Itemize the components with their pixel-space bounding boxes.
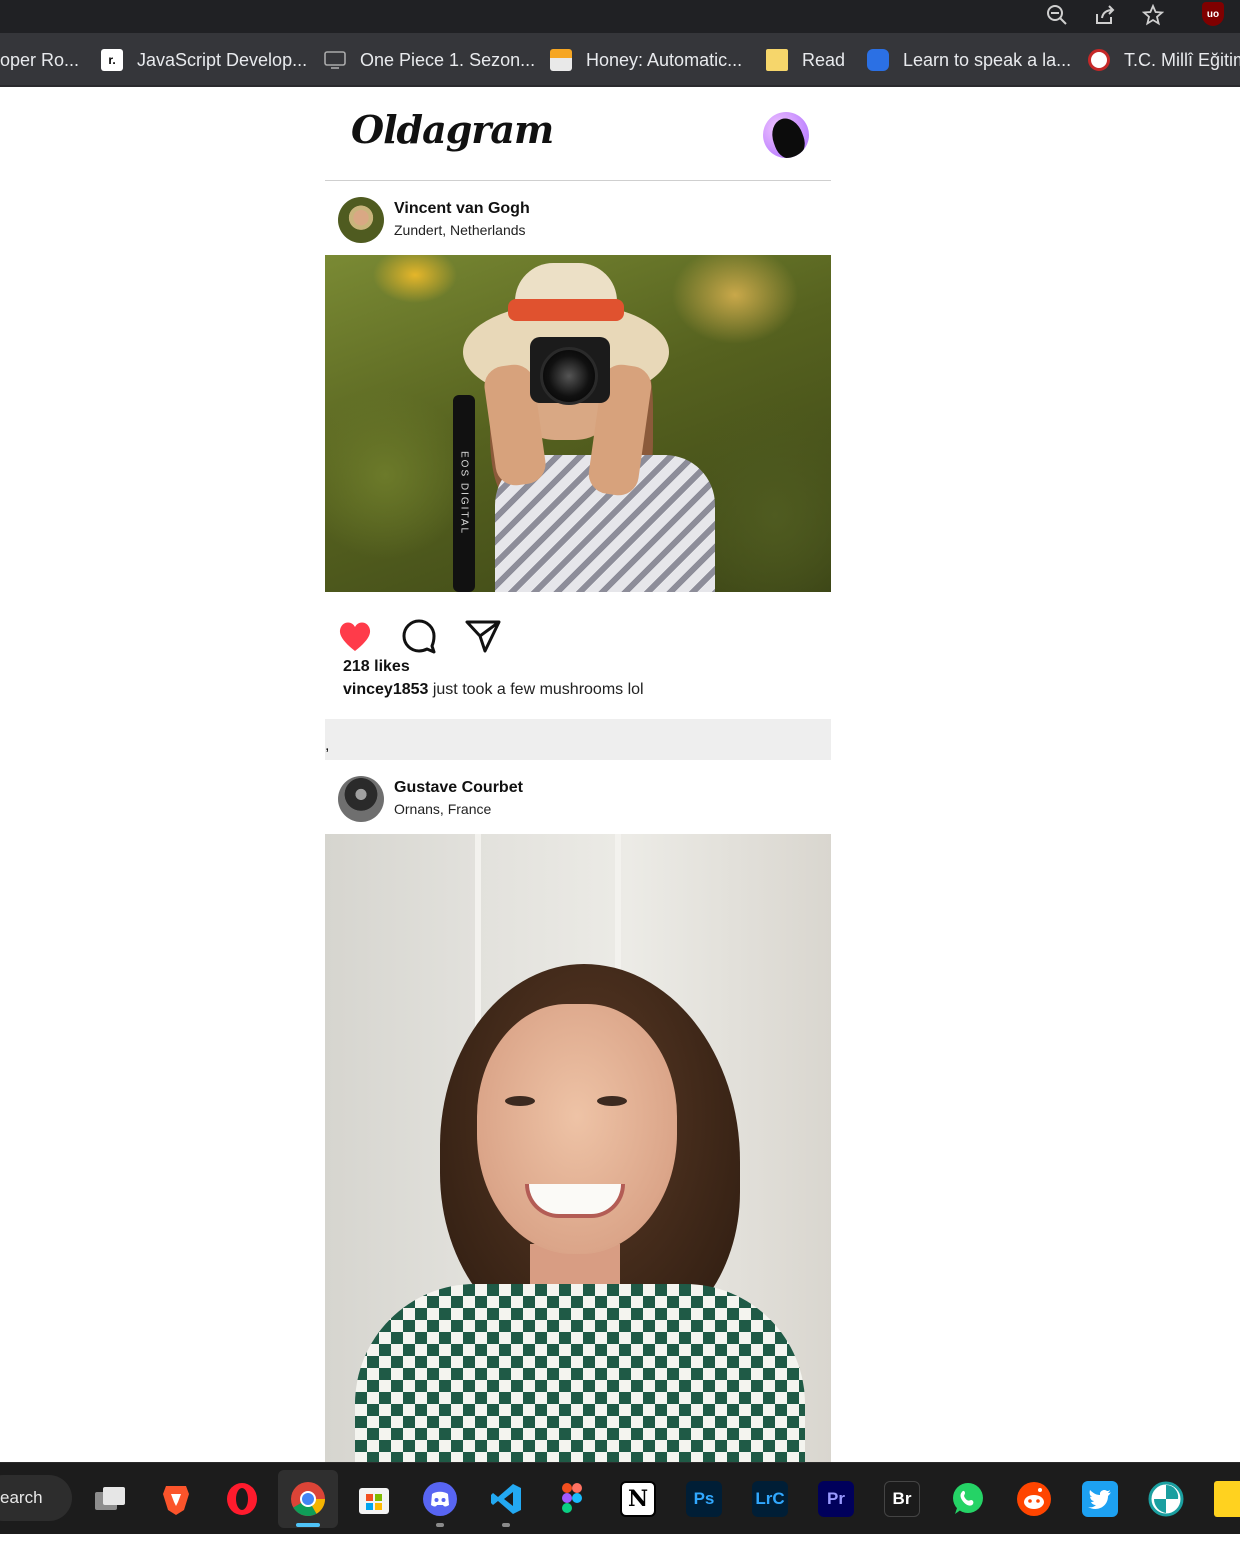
author-location: Ornans, France — [394, 801, 492, 817]
feed: Oldagram Vincent van Gogh Zundert, Nethe… — [325, 89, 831, 1464]
app-header: Oldagram — [325, 89, 831, 181]
teal-app-icon[interactable] — [1148, 1481, 1184, 1517]
comment-icon[interactable] — [401, 618, 437, 654]
post-actions: 218 likes vincey1853 just took a few mus… — [325, 592, 831, 719]
bookmark-label: JavaScript Develop... — [137, 49, 308, 70]
bookmark-star-icon[interactable] — [1140, 2, 1166, 28]
vscode-icon[interactable] — [488, 1481, 524, 1517]
photo-camera-strap: EOS DIGITAL — [453, 395, 475, 592]
bookmarks-bar: oper Ro... r. JavaScript Develop... One … — [0, 33, 1240, 87]
bookmark-javascript-developer[interactable]: r. JavaScript Develop... — [101, 33, 307, 87]
bridge-icon[interactable]: Br — [884, 1481, 920, 1517]
post-header: Vincent van Gogh Zundert, Netherlands — [325, 181, 831, 255]
opera-icon[interactable] — [224, 1481, 260, 1517]
lightroom-classic-icon[interactable]: LrC — [752, 1481, 788, 1517]
chrome-icon[interactable] — [290, 1481, 326, 1517]
task-view-icon[interactable] — [92, 1481, 128, 1517]
share-icon[interactable] — [1092, 2, 1118, 28]
ublock-origin-icon[interactable]: uo — [1202, 2, 1224, 26]
post-image[interactable]: EOS DIGITAL — [325, 255, 831, 592]
honey-icon — [550, 49, 572, 71]
bookmark-read[interactable]: Read — [766, 33, 845, 87]
bookmark-label: Read — [802, 49, 846, 70]
caption-text: just took a few mushrooms lol — [428, 681, 644, 698]
browser-toolbar: uo — [0, 0, 1240, 33]
post-caption: vincey1853 just took a few mushrooms lol — [343, 681, 644, 699]
bookmark-label: One Piece 1. Sezon... — [360, 49, 536, 70]
like-count: 218 likes — [343, 658, 410, 675]
photoshop-icon[interactable]: Ps — [686, 1481, 722, 1517]
taskbar-search[interactable]: earch — [0, 1475, 72, 1521]
meb-icon — [1088, 49, 1110, 71]
author-name[interactable]: Vincent van Gogh — [394, 200, 530, 218]
premiere-pro-icon[interactable]: Pr — [818, 1481, 854, 1517]
caption-username[interactable]: vincey1853 — [343, 681, 428, 698]
bookmark-label: oper Ro... — [0, 49, 80, 70]
bookmark-honey[interactable]: Honey: Automatic... — [550, 33, 742, 87]
r-logo-icon: r. — [101, 49, 123, 71]
post-image[interactable] — [325, 834, 831, 1464]
notion-icon[interactable]: N — [620, 1481, 656, 1517]
monitor-icon — [324, 49, 346, 71]
photo-lens — [540, 347, 598, 405]
bookmark-duolingo[interactable]: Learn to speak a la... — [867, 33, 1071, 87]
share-send-icon[interactable] — [465, 618, 501, 654]
app-logo[interactable]: Oldagram — [351, 107, 554, 152]
photo-eye — [597, 1096, 627, 1106]
twitter-icon[interactable] — [1082, 1481, 1118, 1517]
zoom-out-icon[interactable] — [1044, 2, 1070, 28]
avatar-silhouette — [767, 114, 809, 158]
author-avatar[interactable] — [338, 197, 384, 243]
bookmark-one-piece[interactable]: One Piece 1. Sezon... — [324, 33, 535, 87]
heart-icon[interactable] — [337, 618, 373, 654]
user-avatar[interactable] — [763, 112, 809, 158]
post-header: Gustave Courbet Ornans, France — [325, 760, 831, 834]
reddit-icon[interactable] — [1016, 1481, 1052, 1517]
discord-icon[interactable] — [422, 1481, 458, 1517]
bookmark-label: Honey: Automatic... — [586, 49, 743, 70]
folder-icon — [766, 49, 788, 71]
vscode-running-indicator — [502, 1523, 510, 1527]
post-separator: , — [325, 719, 831, 760]
photo-eye — [505, 1096, 535, 1106]
bookmark-roadmap[interactable]: oper Ro... — [0, 33, 79, 87]
bookmark-label: T.C. Millî Eğitim — [1124, 49, 1240, 70]
author-location: Zundert, Netherlands — [394, 222, 526, 238]
discord-running-indicator — [436, 1523, 444, 1527]
taskbar: earch N Ps LrC Pr Br — [0, 1462, 1240, 1534]
sticky-notes-icon[interactable] — [1214, 1481, 1240, 1517]
photo-shirt — [355, 1284, 805, 1464]
author-avatar[interactable] — [338, 776, 384, 822]
photo-hat-band — [508, 299, 624, 321]
chrome-active-indicator — [296, 1523, 320, 1527]
bookmark-meb[interactable]: T.C. Millî Eğitim — [1088, 33, 1240, 87]
bookmark-label: Learn to speak a la... — [903, 49, 1072, 70]
microsoft-store-icon[interactable] — [356, 1481, 392, 1517]
figma-icon[interactable] — [554, 1481, 590, 1517]
separator-text: , — [325, 737, 330, 754]
brave-icon[interactable] — [158, 1481, 194, 1517]
author-name[interactable]: Gustave Courbet — [394, 779, 523, 797]
duolingo-icon — [867, 49, 889, 71]
whatsapp-icon[interactable] — [950, 1481, 986, 1517]
